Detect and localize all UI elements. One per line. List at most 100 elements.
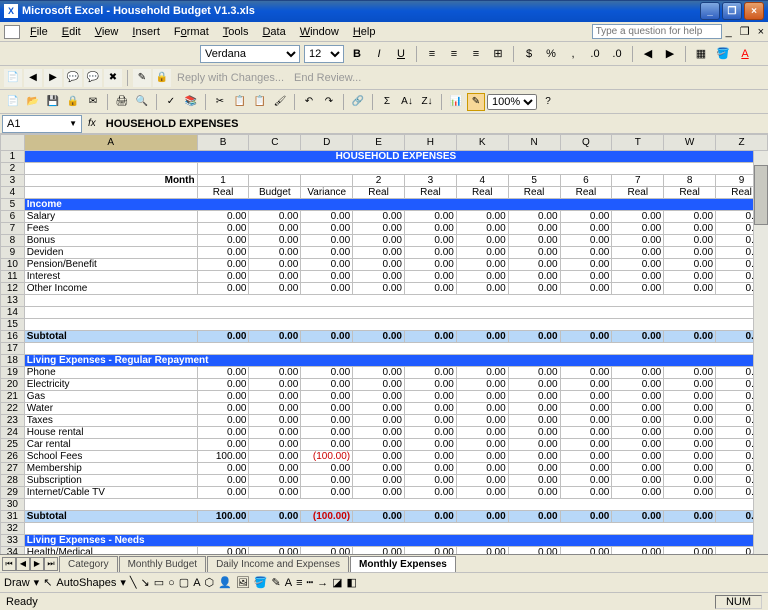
col-A[interactable]: A [24, 135, 197, 151]
merge-button[interactable]: ⊞ [489, 45, 507, 63]
autoshapes-menu[interactable]: AutoShapes [56, 577, 116, 589]
decrease-indent-button[interactable]: ◀ [639, 45, 657, 63]
col-N[interactable]: N [508, 135, 560, 151]
copy-button[interactable]: 📋 [231, 93, 249, 111]
comma-button[interactable]: , [564, 45, 582, 63]
currency-button[interactable]: $ [520, 45, 538, 63]
sort-desc-button[interactable]: Z↓ [418, 93, 436, 111]
tab-last-button[interactable]: ⏭ [44, 557, 58, 571]
align-left-button[interactable]: ≡ [423, 45, 441, 63]
percent-button[interactable]: % [542, 45, 560, 63]
undo-button[interactable]: ↶ [300, 93, 318, 111]
font-color-drawing-button[interactable]: A [285, 577, 292, 589]
oval-button[interactable]: ○ [168, 577, 175, 589]
fill-drawing-button[interactable]: 🪣 [254, 576, 268, 589]
zoom-select[interactable]: 100% [487, 94, 537, 110]
hide-icon[interactable]: 💬 [84, 69, 102, 87]
doc-restore-button[interactable]: ❐ [736, 25, 754, 38]
fill-color-button[interactable]: 🪣 [714, 45, 732, 63]
scrollbar-thumb[interactable] [754, 165, 768, 225]
research-button[interactable]: 📚 [182, 93, 200, 111]
wordart-button[interactable]: A [193, 577, 200, 589]
dash-style-button[interactable]: ┅ [307, 576, 314, 589]
menu-file[interactable]: File [23, 24, 55, 40]
mail-button[interactable]: ✉ [84, 93, 102, 111]
menu-format[interactable]: Format [167, 24, 216, 40]
row-5[interactable]: 5 [1, 199, 25, 211]
worksheet[interactable]: A B C D E H K N Q T W Z 1HOUSEHOLD EXPEN… [0, 134, 768, 554]
fx-button[interactable]: fx [82, 118, 102, 129]
line-button[interactable]: ╲ [130, 576, 137, 589]
permission-button[interactable]: 🔒 [64, 93, 82, 111]
section-living2[interactable]: Living Expenses - Needs [24, 535, 767, 547]
row-4[interactable]: 4 [1, 187, 25, 199]
tab-daily[interactable]: Daily Income and Expenses [207, 556, 349, 572]
formula-bar[interactable]: HOUSEHOLD EXPENSES [102, 118, 768, 130]
hyperlink-button[interactable]: 🔗 [349, 93, 367, 111]
tab-next-button[interactable]: ▶ [30, 557, 44, 571]
doc-minimize-button[interactable]: _ [722, 26, 736, 38]
col-B[interactable]: B [197, 135, 249, 151]
section-living1[interactable]: Living Expenses - Regular Repayment [24, 355, 767, 367]
sort-asc-button[interactable]: A↓ [398, 93, 416, 111]
section-income[interactable]: Income [24, 199, 767, 211]
tab-expenses[interactable]: Monthly Expenses [350, 556, 456, 572]
decrease-decimal-button[interactable]: .0 [608, 45, 626, 63]
col-C[interactable]: C [249, 135, 301, 151]
increase-decimal-button[interactable]: .0 [586, 45, 604, 63]
diagram-button[interactable]: ⬡ [205, 576, 215, 589]
font-color-button[interactable]: A [736, 45, 754, 63]
menu-tools[interactable]: Tools [216, 24, 256, 40]
borders-button[interactable]: ▦ [692, 45, 710, 63]
align-center-button[interactable]: ≡ [445, 45, 463, 63]
protect-icon[interactable]: 🔒 [153, 69, 171, 87]
delete-icon[interactable]: ✖ [104, 69, 122, 87]
name-box-dropdown-icon[interactable]: ▼ [69, 119, 77, 128]
menu-window[interactable]: Window [293, 24, 346, 40]
tab-monthly[interactable]: Monthly Budget [119, 556, 207, 572]
tab-prev-button[interactable]: ◀ [16, 557, 30, 571]
arrow-button[interactable]: ↘ [141, 576, 150, 589]
maximize-button[interactable]: ❐ [722, 2, 742, 20]
underline-button[interactable]: U [392, 45, 410, 63]
select-all-corner[interactable] [1, 135, 25, 151]
title-cell[interactable]: HOUSEHOLD EXPENSES [24, 151, 767, 163]
font-select[interactable]: Verdana [200, 45, 300, 63]
picture-button[interactable]: 🖼 [236, 576, 250, 589]
menu-edit[interactable]: Edit [55, 24, 88, 40]
save-button[interactable]: 💾 [44, 93, 62, 111]
bold-button[interactable]: B [348, 45, 366, 63]
line-color-button[interactable]: ✎ [272, 576, 281, 589]
open-button[interactable]: 📂 [24, 93, 42, 111]
autoshapes-dropdown-icon[interactable]: ▾ [120, 576, 126, 589]
chart-button[interactable]: 📊 [447, 93, 465, 111]
new-comment-icon[interactable]: 📄 [4, 69, 22, 87]
format-painter-button[interactable]: 🖌 [271, 93, 289, 111]
show-icon[interactable]: 💬 [64, 69, 82, 87]
drawing-button[interactable]: ✎ [467, 93, 485, 111]
new-button[interactable]: 📄 [4, 93, 22, 111]
autosum-button[interactable]: Σ [378, 93, 396, 111]
print-button[interactable]: 🖨 [113, 93, 131, 111]
draw-dropdown-icon[interactable]: ▾ [34, 576, 40, 589]
spell-button[interactable]: ✓ [162, 93, 180, 111]
col-T[interactable]: T [612, 135, 664, 151]
reply-changes-button[interactable]: Reply with Changes... [173, 72, 288, 84]
col-Q[interactable]: Q [560, 135, 612, 151]
menu-view[interactable]: View [88, 24, 126, 40]
paste-button[interactable]: 📋 [251, 93, 269, 111]
menu-help[interactable]: Help [346, 24, 383, 40]
col-Z[interactable]: Z [716, 135, 768, 151]
rectangle-button[interactable]: ▭ [154, 576, 164, 589]
help-button[interactable]: ? [539, 93, 557, 111]
row-2[interactable]: 2 [1, 163, 25, 175]
draw-menu[interactable]: Draw [4, 577, 30, 589]
col-E[interactable]: E [353, 135, 405, 151]
row-1[interactable]: 1 [1, 151, 25, 163]
increase-indent-button[interactable]: ▶ [661, 45, 679, 63]
row-3[interactable]: 3 [1, 175, 25, 187]
cut-button[interactable]: ✂ [211, 93, 229, 111]
3d-button[interactable]: ◧ [347, 576, 357, 589]
end-review-button[interactable]: End Review... [290, 72, 365, 84]
tab-category[interactable]: Category [59, 556, 118, 572]
